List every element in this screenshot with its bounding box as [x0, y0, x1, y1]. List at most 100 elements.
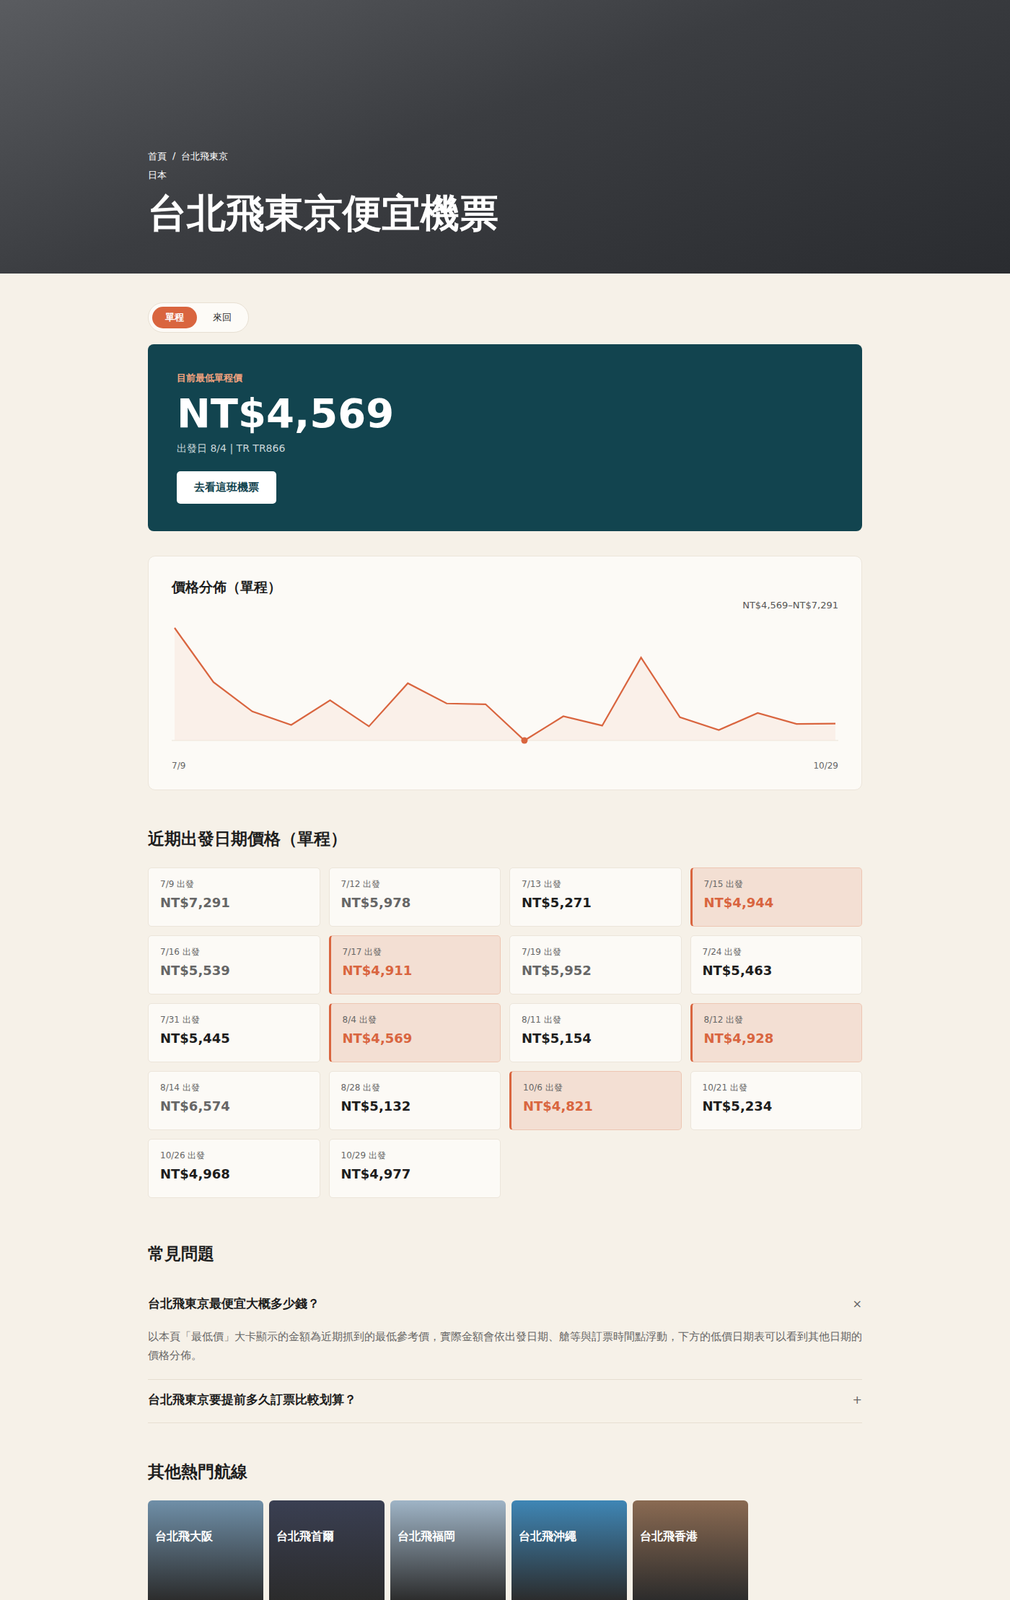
date-price-card[interactable]: 8/14 出發NT$6,574 [147, 1070, 321, 1130]
departure-date: 7/31 出發 [160, 1013, 309, 1026]
date-price: NT$5,154 [521, 1030, 670, 1046]
date-price: NT$5,445 [160, 1030, 309, 1046]
chart-point [562, 715, 564, 717]
chart-point [757, 712, 759, 714]
chart-point [251, 711, 253, 713]
chart-point [834, 722, 836, 724]
route-card[interactable]: 台北飛首爾 [269, 1499, 385, 1600]
departure-date: 10/6 出發 [523, 1081, 670, 1094]
hero-banner: 首頁 / 台北飛東京日本台北飛東京便宜機票 [0, 0, 1010, 274]
date-price-card[interactable]: 7/16 出發 NT$5,539 [147, 934, 321, 995]
date-price-card[interactable]: 10/26 出發NT$4,968 [147, 1138, 321, 1198]
date-price: NT$5,539 [160, 962, 309, 978]
date-price: NT$5,234 [702, 1098, 851, 1114]
chart-title: 價格分佈（單程） [171, 577, 839, 597]
route-card[interactable]: 台北飛大阪 [147, 1499, 264, 1600]
date-price-card[interactable]: 7/15 出發 NT$4,944 [690, 867, 863, 927]
flight-detail: 出發日 8/4 | TR TR866 [176, 442, 285, 456]
date-price: NT$4,944 [704, 894, 851, 910]
routes-title: 其他熱門航線 [147, 1460, 863, 1483]
trip-type-tab[interactable]: 來回 [199, 306, 245, 329]
route-card[interactable]: 台北飛香港 [632, 1499, 749, 1600]
faq-question[interactable]: 台北飛東京要提前多久訂票比較划算？+ [147, 1390, 863, 1408]
date-price: NT$5,132 [341, 1098, 490, 1114]
date-price-card[interactable]: 7/19 出發NT$5,952 [509, 934, 682, 995]
faq-question[interactable]: 台北飛東京最便宜大概多少錢？× [147, 1294, 863, 1312]
price-chart-card: 價格分佈（單程） NT$4,569–NT$7,291 7/9 10/29 [147, 555, 863, 790]
date-price-card[interactable]: 7/24 出發 NT$5,463 [690, 934, 863, 995]
departure-date: 7/9 出發 [160, 877, 309, 891]
date-price-card[interactable]: 7/9 出發 NT$7,291 [147, 867, 321, 927]
x-axis-end: 10/29 [813, 760, 839, 771]
lowest-price: NT$4,569 [176, 390, 394, 437]
date-price-card[interactable]: 7/12 出發NT$5,978 [328, 867, 502, 927]
date-price: NT$7,291 [160, 894, 309, 910]
trip-type-tabs: 單程來回 [147, 302, 249, 333]
chart-point [173, 627, 175, 629]
region-label: 日本 [147, 168, 863, 182]
date-price-card[interactable]: 10/21 出發 NT$5,234 [690, 1070, 863, 1130]
main-content: 單程來回目前最低單程價 NT$4,569 出發日 8/4 | TR TR866 去看這… [147, 273, 863, 1600]
date-price: NT$4,821 [523, 1098, 670, 1114]
departure-date: 7/16 出發 [160, 945, 309, 959]
date-price-grid: 7/9 出發 NT$7,291 7/12 出發NT$5,978 7/13 出發 NT$5… [147, 867, 863, 1198]
x-axis-start: 7/9 [171, 760, 186, 771]
date-price: NT$4,928 [704, 1030, 851, 1046]
breadcrumb-separator: / [172, 150, 176, 164]
departure-date: 8/11 出發 [521, 1013, 670, 1026]
chart-point [484, 704, 486, 705]
trip-type-tab[interactable]: 單程 [152, 306, 197, 329]
date-price-card[interactable]: 7/13 出發 NT$5,271 [509, 867, 682, 927]
date-price: NT$5,463 [702, 962, 851, 978]
faq-item: 台北飛東京最便宜大概多少錢？× 以本頁「最低價」大卡顯示的金額為近期抓到的最低參考… [147, 1283, 863, 1380]
chart-point [640, 657, 642, 658]
departure-date: 7/13 出發 [521, 877, 670, 891]
plus-icon[interactable]: + [844, 1392, 863, 1407]
date-price-card[interactable]: 10/6 出發 NT$4,821 [509, 1070, 682, 1130]
date-price: NT$4,911 [342, 962, 490, 978]
route-card[interactable]: 台北飛沖繩 [511, 1499, 627, 1600]
chart-point [290, 724, 292, 726]
faq-item: 台北飛東京要提前多久訂票比較划算？+ [147, 1379, 863, 1423]
departure-date: 7/17 出發 [342, 945, 490, 959]
date-price-card[interactable]: 10/29 出發NT$4,977 [328, 1138, 502, 1198]
route-card[interactable]: 台北飛福岡 [390, 1499, 506, 1600]
route-list: 台北飛大阪台北飛首爾台北飛福岡台北飛沖繩台北飛香港 [147, 1499, 863, 1600]
date-price-card[interactable]: 8/11 出發 NT$5,154 [509, 1002, 682, 1062]
lowest-price-card: 目前最低單程價 NT$4,569 出發日 8/4 | TR TR866 去看這班機票 [147, 344, 863, 531]
view-flight-button[interactable]: 去看這班機票 [176, 471, 277, 504]
date-price-card[interactable]: 7/31 出發 NT$5,445 [147, 1002, 321, 1062]
breadcrumb-item[interactable]: 首頁 [147, 150, 167, 164]
departure-date: 7/24 出發 [702, 945, 851, 959]
chart-point [446, 703, 448, 705]
chart-point [796, 723, 798, 725]
date-price: NT$5,952 [521, 962, 670, 978]
faq-answer: 以本頁「最低價」大卡顯示的金額為近期抓到的最低參考價，實際金額會依出發日期、艙等… [147, 1327, 863, 1365]
departure-date: 8/14 出發 [160, 1081, 309, 1094]
lowest-price-label: 目前最低單程價 [176, 371, 243, 385]
date-price-card[interactable]: 7/17 出發 NT$4,911 [328, 934, 502, 995]
chart-point [601, 725, 603, 726]
departure-date: 10/26 出發 [160, 1149, 309, 1162]
date-price-card[interactable]: 8/28 出發NT$5,132 [328, 1070, 502, 1130]
chart-range: NT$4,569–NT$7,291 [742, 599, 839, 611]
breadcrumb-item: 台北飛東京 [181, 150, 228, 164]
date-price: NT$5,978 [341, 894, 490, 910]
departure-date: 10/21 出發 [702, 1081, 851, 1094]
hero-content: 首頁 / 台北飛東京日本台北飛東京便宜機票 [147, 0, 863, 274]
departure-date: 10/29 出發 [341, 1149, 490, 1162]
date-price-card[interactable]: 8/4 出發NT$4,569 [328, 1002, 502, 1062]
date-price-card[interactable]: 8/12 出發 NT$4,928 [690, 1002, 863, 1062]
chart-point [329, 699, 331, 701]
chart-point [407, 683, 409, 684]
chart-point [718, 729, 720, 731]
chart-point [212, 681, 214, 683]
chart-point [679, 717, 681, 718]
chart-point [368, 725, 370, 727]
page-title: 台北飛東京便宜機票 [147, 190, 863, 238]
faq-list: 台北飛東京最便宜大概多少錢？× 以本頁「最低價」大卡顯示的金額為近期抓到的最低參考… [147, 1283, 863, 1423]
close-icon[interactable]: × [844, 1296, 863, 1311]
date-price: NT$5,271 [521, 894, 670, 910]
departure-date: 7/15 出發 [704, 877, 851, 891]
departure-date: 8/12 出發 [704, 1013, 851, 1026]
